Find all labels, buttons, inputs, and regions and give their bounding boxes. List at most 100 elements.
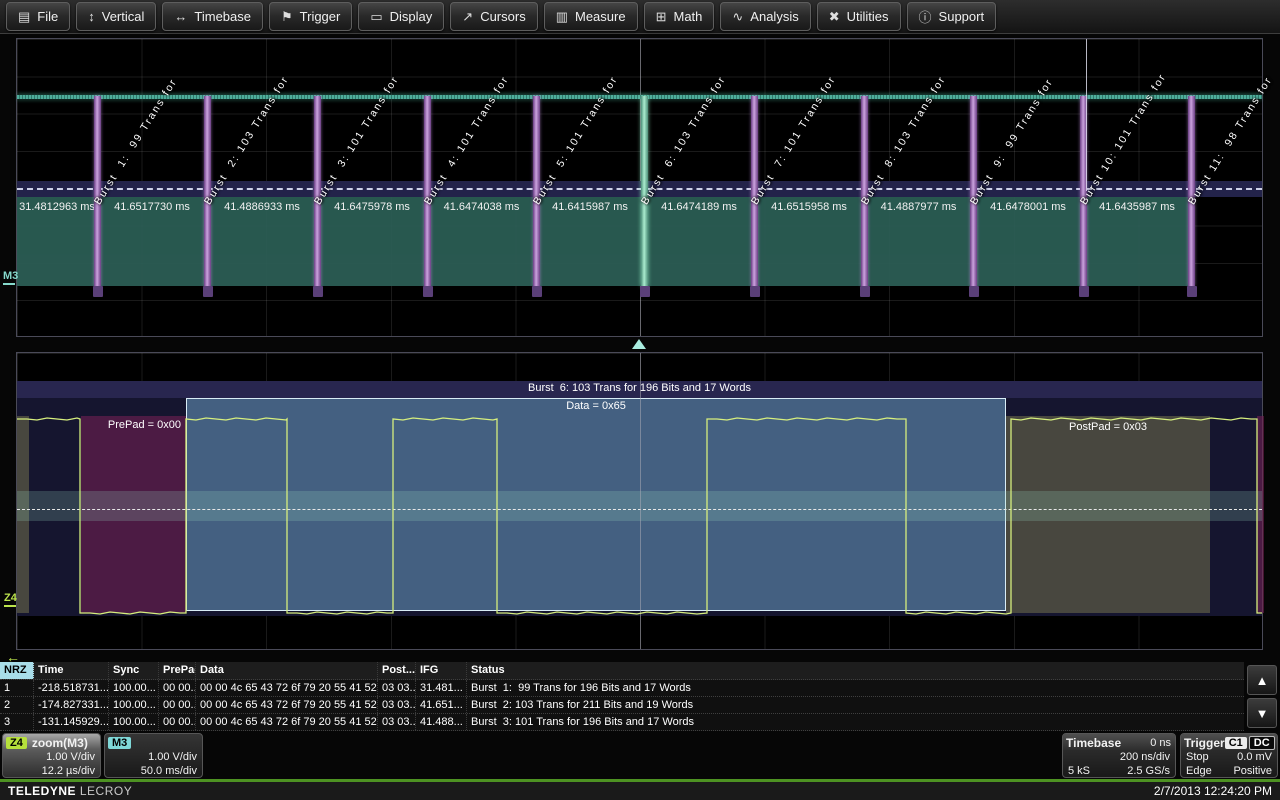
- table-cell: 100.00...: [109, 714, 159, 730]
- menu-label: Utilities: [847, 9, 889, 24]
- z4-channel-label[interactable]: Z4: [4, 592, 17, 607]
- burst-marker-tip: [750, 286, 760, 297]
- data-value-label: Data = 0x65: [186, 400, 1006, 412]
- timebase-rate: 2.5 GS/s: [1127, 764, 1170, 778]
- burst-marker-tip: [860, 286, 870, 297]
- trigger-mode: Stop: [1186, 750, 1209, 764]
- column-header-sync[interactable]: Sync: [109, 662, 159, 679]
- menu-button-utilities[interactable]: ✖ Utilities: [817, 2, 901, 31]
- menu-label: Trigger: [300, 9, 341, 24]
- measurement-value: 41.4886933 ms: [207, 201, 317, 213]
- burst-title: Burst 6: 103 Trans for 196 Bits and 17 W…: [17, 382, 1262, 394]
- table-cell: 100.00...: [109, 697, 159, 713]
- utilities-icon: ✖: [829, 9, 840, 25]
- column-header-prepad[interactable]: PrePad: [159, 662, 196, 679]
- burst-marker-tip: [969, 286, 979, 297]
- m3-tdiv: 50.0 ms/div: [141, 764, 197, 778]
- timebase-samples: 5 kS: [1068, 764, 1090, 778]
- menu-label: Analysis: [750, 9, 798, 24]
- m3-badge: M3: [108, 737, 131, 749]
- menu-button-measure[interactable]: ▥Measure: [544, 2, 638, 31]
- table-cell: 03 03...: [378, 714, 416, 730]
- measurement-value: 41.6517730 ms: [97, 201, 207, 213]
- table-cell: 00 00...: [159, 680, 196, 696]
- column-header-nrz[interactable]: NRZ: [0, 662, 34, 679]
- menu-button-trigger[interactable]: ⚑Trigger: [269, 2, 352, 31]
- table-cell: 1: [0, 680, 34, 696]
- upper-waveform-grid[interactable]: 31.4812963 ms41.6517730 ms41.4886933 ms4…: [16, 38, 1263, 337]
- scroll-up-button[interactable]: ▲: [1247, 665, 1277, 695]
- z4-title: zoom(M3): [32, 736, 88, 750]
- m3-vdiv: 1.00 V/div: [148, 750, 197, 764]
- menu-button-support[interactable]: ⓘSupport: [907, 2, 997, 31]
- m3-descriptor-box[interactable]: M3 1.00 V/div 50.0 ms/div: [104, 733, 203, 778]
- burst-interval-measurement: 41.4886933 ms: [207, 197, 317, 286]
- oscilloscope-app: ▤File↕Vertical↔Timebase⚑Trigger▭Display↗…: [0, 0, 1280, 800]
- table-cell: Burst 3: 101 Trans for 196 Bits and 17 W…: [467, 714, 1244, 730]
- column-header-data[interactable]: Data: [196, 662, 378, 679]
- z4-waveform: [17, 353, 1262, 649]
- menu-button-timebase[interactable]: ↔Timebase: [162, 2, 263, 31]
- menu-button-math[interactable]: ⊞ Math: [644, 2, 715, 31]
- timebase-offset: 0 ns: [1150, 737, 1171, 749]
- column-header-time[interactable]: Time: [34, 662, 109, 679]
- measurement-value: 41.6475978 ms: [317, 201, 427, 213]
- decode-results-table: NRZTimeSyncPrePadDataPost...IFGStatus 1-2…: [0, 662, 1244, 731]
- zoom-waveform-grid[interactable]: Burst 6: 103 Trans for 196 Bits and 17 W…: [16, 352, 1263, 650]
- table-cell: 00 00 4c 65 43 72 6f 79 20 55 41 52...: [196, 680, 378, 696]
- burst-interval-measurement: 41.6517730 ms: [97, 197, 207, 286]
- cursor-hairline[interactable]: [1086, 39, 1087, 191]
- trigger-slope: Positive: [1233, 764, 1272, 778]
- z4-descriptor-box[interactable]: Z4 zoom(M3) 1.00 V/div 12.2 µs/div: [2, 733, 101, 778]
- table-cell: Burst 2: 103 Trans for 211 Bits and 19 W…: [467, 697, 1244, 713]
- m3-channel-label[interactable]: M3: [3, 270, 18, 285]
- table-cell: -174.827331...: [34, 697, 109, 713]
- column-header-status[interactable]: Status: [467, 662, 1244, 679]
- status-bar: TELEDYNE LECROY 2/7/2013 12:24:20 PM: [0, 782, 1280, 800]
- menu-button-vertical[interactable]: ↕ Vertical: [76, 2, 156, 31]
- timebase-title: Timebase: [1066, 736, 1121, 750]
- timebase-icon: ↔: [174, 9, 187, 24]
- table-cell: 03 03...: [378, 680, 416, 696]
- postpad-label: PostPad = 0x03: [1006, 421, 1210, 433]
- table-cell: 2: [0, 697, 34, 713]
- teledyne-lecroy-logo: TELEDYNE LECROY: [8, 784, 132, 798]
- menu-button-cursors[interactable]: ↗Cursors: [450, 2, 537, 31]
- burst-interval-measurement: 41.6435987 ms: [1083, 197, 1191, 286]
- burst-interval-measurement: 31.4812963 ms: [17, 197, 97, 286]
- table-cell: -218.518731...: [34, 680, 109, 696]
- measurement-value: 41.6478001 ms: [973, 201, 1083, 213]
- burst-interval-measurement: 41.6415987 ms: [536, 197, 644, 286]
- trigger-position-marker[interactable]: [632, 339, 646, 349]
- table-cell: 00 00 4c 65 43 72 6f 79 20 55 41 52...: [196, 697, 378, 713]
- menu-label: Math: [673, 9, 702, 24]
- menu-button-analysis[interactable]: ∿Analysis: [720, 2, 810, 31]
- trigger-type: Edge: [1186, 764, 1212, 778]
- measurement-value: 41.6474038 ms: [427, 201, 536, 213]
- burst-interval-measurement: 41.6515958 ms: [754, 197, 864, 286]
- table-scrollbar: ▲ ▼: [1247, 665, 1277, 731]
- menu-button-display[interactable]: ▭Display: [358, 2, 444, 31]
- menu-button-file[interactable]: ▤File: [6, 2, 70, 31]
- cursors-icon: ↗: [462, 9, 473, 25]
- measurement-value: 41.6515958 ms: [754, 201, 864, 213]
- burst-marker-tip: [203, 286, 213, 297]
- timebase-per-div: 200 ns/div: [1120, 750, 1170, 764]
- trigger-source-badge: C1: [1225, 737, 1247, 749]
- timebase-descriptor-box[interactable]: Timebase 0 ns 200 ns/div 5 kS 2.5 GS/s: [1062, 733, 1176, 778]
- trigger-level: 0.0 mV: [1237, 750, 1272, 764]
- measurement-value: 31.4812963 ms: [17, 201, 97, 213]
- display-icon: ▭: [370, 9, 382, 25]
- z4-vdiv: 1.00 V/div: [46, 750, 95, 764]
- vertical-icon: ↕: [88, 9, 95, 24]
- scroll-down-button[interactable]: ▼: [1247, 698, 1277, 728]
- table-cell: 3: [0, 714, 34, 730]
- prepad-label: PrePad = 0x00: [81, 419, 181, 431]
- math-icon: ⊞: [656, 9, 667, 25]
- trigger-descriptor-box[interactable]: Trigger C1 DC Stop 0.0 mV Edge Positive: [1180, 733, 1278, 778]
- table-cell: 03 03...: [378, 697, 416, 713]
- menu-label: Vertical: [102, 9, 145, 24]
- column-header-post[interactable]: Post...: [378, 662, 416, 679]
- column-header-ifg[interactable]: IFG: [416, 662, 467, 679]
- z4-tdiv: 12.2 µs/div: [42, 764, 95, 778]
